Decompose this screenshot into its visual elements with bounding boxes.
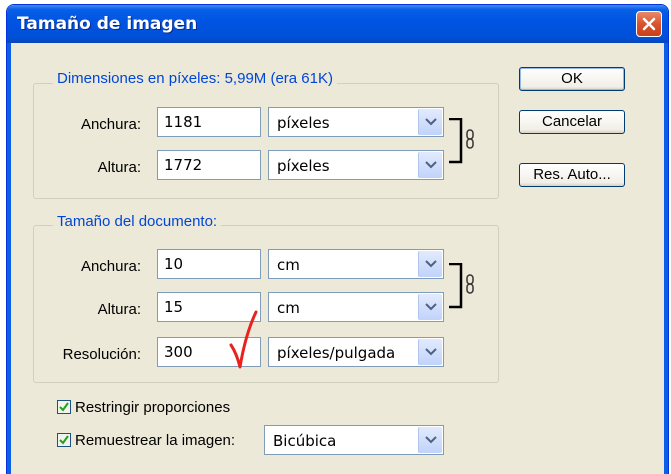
constrain-proportions-label[interactable]: Restringir proporciones [75, 399, 230, 416]
doc-width-unit-value: cm [277, 256, 300, 274]
resolution-unit-value: píxeles/pulgada [277, 344, 396, 362]
chain-link-icon [465, 274, 475, 297]
resolution-unit-select[interactable]: píxeles/pulgada [268, 337, 444, 367]
image-size-dialog: Tamaño de imagen Dimensiones en píxeles:… [6, 4, 669, 474]
doc-height-unit-select[interactable]: cm [268, 292, 444, 322]
doc-height-label: Altura: [97, 301, 141, 318]
pixel-dimensions-group [33, 83, 499, 199]
chain-link-icon [465, 129, 475, 152]
chevron-down-icon[interactable] [418, 427, 442, 453]
pixel-height-field[interactable]: 1772 [157, 150, 261, 180]
pixel-width-field[interactable]: 1181 [157, 107, 261, 137]
pixel-height-unit-value: píxeles [277, 157, 330, 175]
pixel-width-label: Anchura: [80, 116, 141, 133]
red-checkmark-icon [229, 309, 259, 374]
pixel-dimensions-legend: Dimensiones en píxeles: 5,99M (era 61K) [53, 70, 337, 87]
resample-method-select[interactable]: Bicúbica [264, 425, 444, 455]
window-frame-left [7, 43, 11, 474]
auto-resolution-button[interactable]: Res. Auto... [519, 163, 625, 187]
pixel-height-label: Altura: [97, 159, 141, 176]
chevron-down-icon[interactable] [418, 152, 442, 178]
chevron-down-icon[interactable] [418, 339, 442, 365]
doc-width-label: Anchura: [80, 258, 141, 275]
doc-width-field[interactable]: 10 [157, 249, 261, 279]
title-bar[interactable]: Tamaño de imagen [7, 5, 668, 43]
cancel-button[interactable]: Cancelar [519, 110, 625, 134]
resample-method-value: Bicúbica [273, 432, 337, 450]
dialog-title: Tamaño de imagen [17, 14, 198, 34]
constrain-proportions-checkbox[interactable] [57, 400, 71, 414]
resample-label[interactable]: Remuestrear la imagen: [75, 432, 235, 449]
chevron-down-icon[interactable] [418, 251, 442, 277]
pixel-width-unit-value: píxeles [277, 114, 330, 132]
chevron-down-icon[interactable] [418, 294, 442, 320]
pixel-height-unit-select[interactable]: píxeles [268, 150, 444, 180]
pixel-link-bracket [449, 117, 463, 167]
pixel-width-unit-select[interactable]: píxeles [268, 107, 444, 137]
close-button[interactable] [636, 11, 662, 37]
doc-link-bracket [449, 262, 463, 312]
window-frame-right [664, 43, 668, 474]
doc-width-unit-select[interactable]: cm [268, 249, 444, 279]
document-size-legend: Tamaño del documento: [53, 213, 222, 230]
resolution-label: Resolución: [62, 346, 141, 363]
chevron-down-icon[interactable] [418, 109, 442, 135]
ok-button[interactable]: OK [519, 67, 625, 91]
resample-checkbox[interactable] [57, 433, 71, 447]
doc-height-unit-value: cm [277, 299, 300, 317]
